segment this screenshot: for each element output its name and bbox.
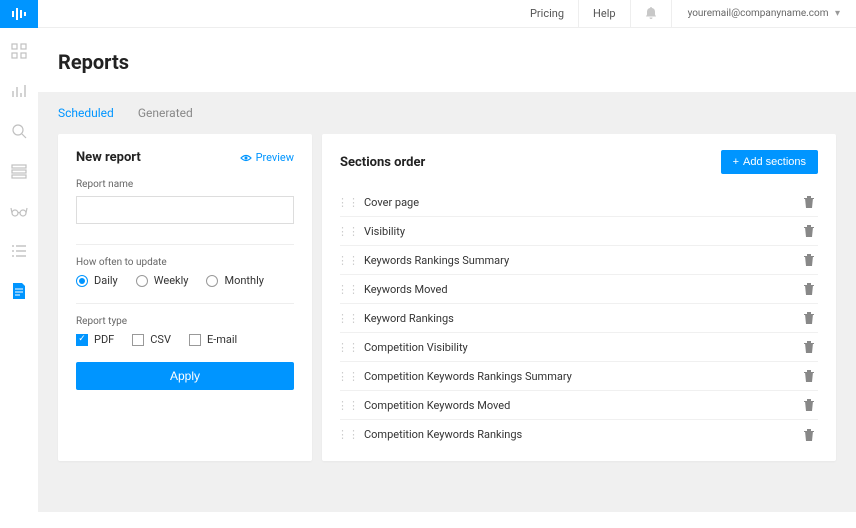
sidebar-nav [0, 28, 38, 300]
frequency-daily[interactable]: Daily [76, 274, 118, 287]
type-email[interactable]: E-mail [189, 333, 237, 346]
sections-title: Sections order [340, 155, 425, 170]
logo[interactable] [0, 0, 38, 28]
section-name: Keywords Moved [356, 283, 800, 296]
trash-icon[interactable] [800, 370, 818, 382]
user-email: youremail@companyname.com [688, 8, 829, 19]
section-name: Keyword Rankings [356, 312, 800, 325]
checkbox-icon [76, 334, 88, 346]
trash-icon[interactable] [800, 283, 818, 295]
section-row: ⋮⋮Competition Visibility [340, 333, 818, 362]
sections-panel: Sections order + Add sections ⋮⋮Cover pa… [322, 134, 836, 461]
trash-icon[interactable] [800, 399, 818, 411]
trash-icon[interactable] [800, 254, 818, 266]
section-row: ⋮⋮Visibility [340, 217, 818, 246]
section-list: ⋮⋮Cover page ⋮⋮Visibility ⋮⋮Keywords Ran… [340, 188, 818, 449]
drag-handle-icon[interactable]: ⋮⋮ [340, 312, 356, 325]
eye-icon [240, 153, 252, 163]
glasses-icon[interactable] [10, 202, 28, 220]
preview-label: Preview [256, 151, 294, 164]
radio-icon [206, 275, 218, 287]
apply-button[interactable]: Apply [76, 362, 294, 390]
sidebar [0, 0, 38, 528]
data-icon[interactable] [10, 162, 28, 180]
section-name: Visibility [356, 225, 800, 238]
drag-handle-icon[interactable]: ⋮⋮ [340, 283, 356, 296]
preview-link[interactable]: Preview [240, 151, 294, 164]
tab-generated[interactable]: Generated [138, 106, 193, 120]
trash-icon[interactable] [800, 312, 818, 324]
help-link[interactable]: Help [579, 0, 631, 28]
radio-icon [136, 275, 148, 287]
section-row: ⋮⋮Keywords Moved [340, 275, 818, 304]
reports-icon[interactable] [10, 282, 28, 300]
section-name: Competition Keywords Rankings Summary [356, 370, 800, 383]
drag-handle-icon[interactable]: ⋮⋮ [340, 370, 356, 383]
frequency-weekly[interactable]: Weekly [136, 274, 189, 287]
search-icon[interactable] [10, 122, 28, 140]
new-report-panel: New report Preview Report name How often… [58, 134, 312, 461]
section-name: Cover page [356, 196, 800, 209]
section-name: Competition Keywords Moved [356, 399, 800, 412]
checkbox-icon [132, 334, 144, 346]
page-title: Reports [38, 28, 856, 92]
analytics-icon[interactable] [10, 82, 28, 100]
tabs: Scheduled Generated [38, 92, 856, 134]
drag-handle-icon[interactable]: ⋮⋮ [340, 196, 356, 209]
section-row: ⋮⋮Competition Keywords Rankings Summary [340, 362, 818, 391]
trash-icon[interactable] [800, 196, 818, 208]
main: Reports Scheduled Generated New report P… [38, 28, 856, 528]
drag-handle-icon[interactable]: ⋮⋮ [340, 399, 356, 412]
tab-scheduled[interactable]: Scheduled [58, 106, 114, 120]
report-name-label: Report name [76, 179, 294, 190]
drag-handle-icon[interactable]: ⋮⋮ [340, 341, 356, 354]
checkbox-icon [189, 334, 201, 346]
section-name: Competition Visibility [356, 341, 800, 354]
user-menu[interactable]: youremail@companyname.com ▾ [672, 8, 840, 19]
plus-icon: + [733, 156, 739, 168]
trash-icon[interactable] [800, 429, 818, 441]
new-report-title: New report [76, 150, 141, 165]
report-name-input[interactable] [76, 196, 294, 224]
type-csv[interactable]: CSV [132, 333, 171, 346]
update-frequency-label: How often to update [76, 257, 294, 268]
type-pdf[interactable]: PDF [76, 333, 114, 346]
trash-icon[interactable] [800, 341, 818, 353]
pricing-link[interactable]: Pricing [516, 0, 579, 28]
section-row: ⋮⋮Keyword Rankings [340, 304, 818, 333]
section-row: ⋮⋮Cover page [340, 188, 818, 217]
section-name: Competition Keywords Rankings [356, 428, 800, 441]
add-sections-button[interactable]: + Add sections [721, 150, 818, 174]
top-header: Pricing Help youremail@companyname.com ▾ [0, 0, 856, 28]
drag-handle-icon[interactable]: ⋮⋮ [340, 254, 356, 267]
frequency-monthly[interactable]: Monthly [206, 274, 264, 287]
dashboard-icon[interactable] [10, 42, 28, 60]
list-icon[interactable] [10, 242, 28, 260]
section-row: ⋮⋮Competition Keywords Moved [340, 391, 818, 420]
section-row: ⋮⋮Keywords Rankings Summary [340, 246, 818, 275]
drag-handle-icon[interactable]: ⋮⋮ [340, 225, 356, 238]
notifications-icon[interactable] [631, 0, 672, 28]
section-name: Keywords Rankings Summary [356, 254, 800, 267]
trash-icon[interactable] [800, 225, 818, 237]
drag-handle-icon[interactable]: ⋮⋮ [340, 428, 356, 441]
add-sections-label: Add sections [743, 156, 806, 168]
report-type-label: Report type [76, 316, 294, 327]
radio-icon [76, 275, 88, 287]
caret-down-icon: ▾ [835, 8, 840, 19]
section-row: ⋮⋮Competition Keywords Rankings [340, 420, 818, 449]
